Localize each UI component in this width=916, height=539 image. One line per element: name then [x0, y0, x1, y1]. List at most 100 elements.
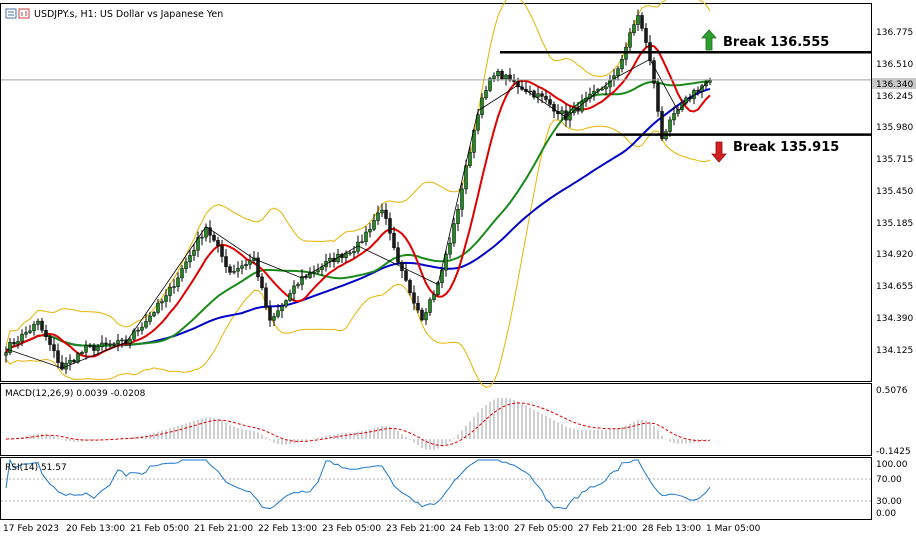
candle-body — [24, 332, 28, 335]
candle-body — [528, 90, 532, 93]
bar-chart-icon[interactable] — [18, 8, 30, 19]
candle-body — [456, 209, 460, 224]
price-label: 135.980 — [876, 123, 913, 133]
candle-body — [668, 119, 672, 132]
candle-body — [628, 32, 632, 48]
time-label: 21 Feb 21:00 — [194, 524, 253, 534]
candle-body — [100, 342, 104, 348]
candle-body — [276, 310, 280, 317]
candle-body — [136, 329, 140, 332]
time-label: 23 Feb 05:00 — [322, 524, 381, 534]
candle-body — [88, 345, 92, 347]
candle-body — [4, 352, 8, 356]
price-axis: 136.775 136.510 136.245 135.980 135.715 … — [876, 28, 913, 356]
candle-body — [360, 241, 364, 243]
candle-body — [224, 256, 228, 267]
macd-axis-top: 0.5076 — [876, 386, 908, 396]
candle-body — [636, 15, 640, 25]
current-price-label: 136.340 — [876, 80, 913, 90]
candle-body — [376, 212, 380, 221]
candle-body — [176, 277, 180, 287]
candle-body — [80, 352, 84, 355]
candle-body — [672, 113, 676, 121]
candle-body — [540, 93, 544, 97]
candle-body — [76, 353, 80, 363]
candle-body — [292, 285, 296, 294]
candle-body — [20, 333, 24, 342]
candle-body — [428, 299, 432, 313]
candle-body — [128, 338, 132, 344]
candle-body — [432, 294, 436, 300]
candle-body — [72, 359, 76, 363]
candle-body — [188, 255, 192, 263]
candle-body — [236, 268, 240, 272]
candle-body — [140, 326, 144, 331]
candle-body — [216, 240, 220, 247]
candle-body — [152, 312, 156, 317]
candle-body — [52, 344, 56, 351]
price-label: 135.450 — [876, 187, 913, 197]
candle-body — [16, 341, 20, 345]
candle-body — [372, 220, 376, 230]
time-label: 17 Feb 2023 — [3, 524, 59, 534]
candle-body — [260, 276, 264, 289]
candle-body — [116, 340, 120, 344]
candle-body — [504, 74, 508, 80]
time-label: 1 Mar 05:00 — [706, 524, 761, 534]
candle-body — [200, 236, 204, 239]
break-down-label: Break 135.915 — [733, 140, 839, 155]
candle-body — [180, 268, 184, 279]
candle-body — [56, 350, 60, 363]
candle-body — [168, 287, 172, 296]
price-label: 136.510 — [876, 60, 913, 70]
time-label: 20 Feb 13:00 — [66, 524, 125, 534]
time-axis: 17 Feb 2023 20 Feb 13:00 21 Feb 05:00 21… — [3, 524, 761, 534]
candle-body — [44, 330, 48, 337]
candle-body — [204, 227, 208, 238]
rsi-axis-label: 100.00 — [876, 460, 908, 470]
candle-body — [644, 28, 648, 43]
candle-body — [368, 229, 372, 233]
candle-body — [296, 284, 300, 287]
rsi-axis-label: 0.00 — [876, 509, 896, 519]
candle-body — [96, 346, 100, 351]
candle-body — [212, 235, 216, 241]
candle-body — [656, 83, 660, 112]
candle-body — [392, 233, 396, 248]
candle-body — [424, 312, 428, 321]
candle-body — [104, 342, 108, 345]
candle-body — [448, 242, 452, 255]
candle-body — [420, 309, 424, 321]
candle-body — [164, 295, 168, 302]
break-up-label: Break 136.555 — [723, 35, 829, 50]
rsi-axis-label: 30.00 — [876, 497, 902, 507]
candle-body — [412, 292, 416, 304]
candle-body — [68, 359, 72, 364]
candle-body — [348, 252, 352, 255]
candle-body — [248, 260, 252, 265]
candle-body — [548, 99, 552, 105]
candle-body — [228, 266, 232, 273]
candle-body — [328, 258, 332, 262]
candle-body — [144, 321, 148, 328]
candle-body — [640, 15, 644, 29]
candle-body — [264, 287, 268, 308]
candle-body — [604, 86, 608, 90]
candle-body — [156, 302, 160, 313]
price-label: 134.655 — [876, 282, 913, 292]
candle-body — [220, 245, 224, 257]
price-label: 136.245 — [876, 92, 913, 102]
candle-body — [416, 303, 420, 311]
candle-body — [480, 97, 484, 115]
candle-body — [108, 343, 112, 346]
price-label: 134.390 — [876, 314, 913, 324]
candle-body — [396, 247, 400, 263]
price-label: 135.715 — [876, 155, 913, 165]
candle-body — [8, 342, 12, 353]
candle-body — [512, 80, 516, 82]
candle-body — [364, 231, 368, 242]
chart-list-icon[interactable] — [5, 8, 17, 19]
candle-body — [244, 264, 248, 267]
candle-body — [444, 253, 448, 271]
candle-body — [496, 71, 500, 77]
